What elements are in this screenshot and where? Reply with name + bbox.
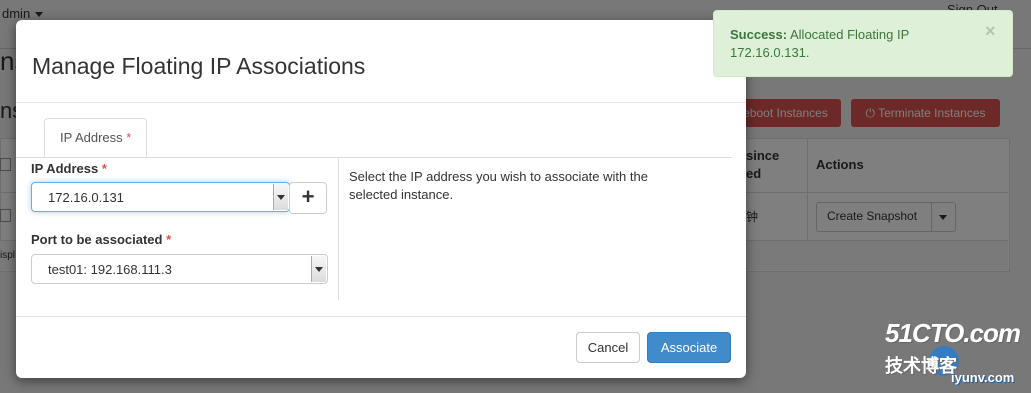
floating-ip-modal: Manage Floating IP Associations IP Addre… (16, 20, 746, 378)
tab-ip-address[interactable]: IP Address * (44, 118, 147, 157)
alert-title: Success: (730, 27, 788, 42)
ip-address-value: 172.16.0.131 (48, 190, 124, 205)
required-asterisk: * (101, 161, 107, 176)
form-help-divider (338, 158, 339, 300)
help-text: Select the IP address you wish to associ… (349, 169, 648, 202)
modal-title: Manage Floating IP Associations (32, 53, 366, 79)
watermark-tagline: 技术博客 (885, 356, 957, 376)
watermark-logo: 51CTO.com 技术博客 iyunv.com (877, 318, 1031, 393)
alert-message: Success: Allocated Floating IP 172.16.0.… (730, 26, 970, 62)
associate-button[interactable]: Associate (647, 332, 731, 363)
tab-label: IP Address * (60, 130, 132, 145)
cancel-button[interactable]: Cancel (576, 332, 640, 363)
watermark-brand: 51CTO.com (885, 318, 1021, 348)
dropdown-arrow-icon[interactable] (311, 256, 326, 282)
success-alert: Success: Allocated Floating IP 172.16.0.… (713, 10, 1013, 77)
ip-address-select[interactable]: 172.16.0.131 (31, 182, 290, 212)
ip-address-label: IP Address * (31, 161, 107, 176)
required-asterisk: * (166, 232, 172, 247)
port-value: test01: 192.168.111.3 (48, 262, 172, 277)
required-asterisk: * (126, 130, 132, 145)
port-label: Port to be associated * (31, 232, 172, 247)
allocate-ip-button[interactable]: + (289, 182, 327, 214)
close-icon[interactable]: × (985, 21, 996, 42)
port-select[interactable]: test01: 192.168.111.3 (31, 254, 328, 284)
dropdown-arrow-icon[interactable] (273, 184, 288, 210)
watermark-url: iyunv.com (951, 370, 1015, 385)
modal-footer-divider (16, 316, 746, 317)
modal-header-divider (16, 102, 746, 103)
tab-bar-divider (16, 157, 732, 158)
